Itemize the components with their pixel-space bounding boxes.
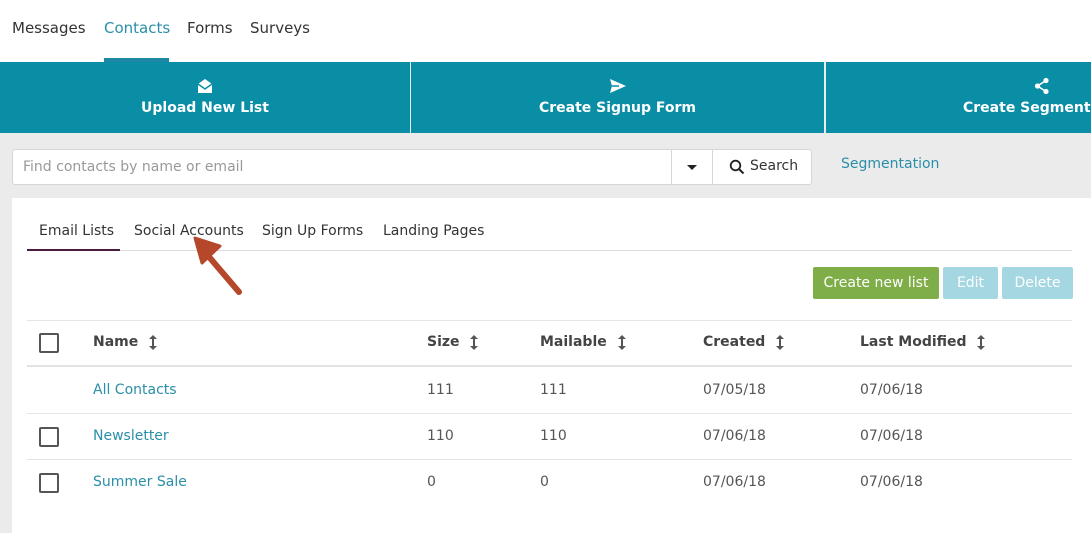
sort-icon: [977, 334, 986, 350]
column-header-last-modified[interactable]: Last Modified: [860, 334, 986, 350]
share-icon: [1034, 77, 1049, 95]
list-created: 07/05/18: [703, 382, 766, 398]
column-header-label: Created: [703, 334, 766, 350]
list-name-link[interactable]: Newsletter: [93, 428, 169, 444]
tabs-divider: [27, 250, 1072, 251]
column-header-size[interactable]: Size: [427, 334, 479, 350]
row-divider: [27, 413, 1072, 414]
action-tiles: Upload New List Create Signup Form Creat…: [0, 62, 1091, 134]
tab-landing-pages[interactable]: Landing Pages: [383, 223, 484, 239]
edit-button[interactable]: Edit: [943, 267, 998, 299]
column-header-label: Size: [427, 334, 460, 350]
search-icon: [729, 159, 745, 175]
paper-plane-icon: [609, 79, 626, 93]
sort-icon: [776, 334, 785, 350]
list-size: 111: [427, 382, 454, 398]
sort-icon: [149, 334, 158, 350]
create-segmentation-tile[interactable]: Create Segmentation: [826, 62, 1091, 133]
column-header-label: Name: [93, 334, 139, 350]
select-all-checkbox[interactable]: [39, 333, 59, 353]
list-name-link[interactable]: All Contacts: [93, 382, 177, 398]
table-top-divider: [27, 320, 1072, 321]
column-header-created[interactable]: Created: [703, 334, 785, 350]
list-last-modified: 07/06/18: [860, 474, 923, 490]
list-mailable: 111: [540, 382, 567, 398]
list-created: 07/06/18: [703, 428, 766, 444]
list-mailable: 110: [540, 428, 567, 444]
row-checkbox[interactable]: [39, 473, 59, 493]
contact-search: Search: [12, 149, 812, 185]
tab-email-lists[interactable]: Email Lists: [39, 223, 114, 239]
list-size: 0: [427, 474, 436, 490]
row-divider: [27, 459, 1072, 460]
sort-icon: [617, 334, 626, 350]
list-last-modified: 07/06/18: [860, 382, 923, 398]
active-tab-indicator: [27, 249, 120, 251]
list-mailable: 0: [540, 474, 549, 490]
nav-contacts[interactable]: Contacts: [104, 19, 170, 37]
delete-button[interactable]: Delete: [1002, 267, 1073, 299]
column-header-name[interactable]: Name: [93, 334, 158, 350]
envelope-open-icon: [197, 79, 213, 93]
segmentation-link[interactable]: Segmentation: [841, 156, 939, 172]
nav-forms[interactable]: Forms: [187, 19, 233, 37]
nav-surveys[interactable]: Surveys: [250, 19, 310, 37]
tile-label: Create Signup Form: [538, 100, 697, 116]
tile-label: Create Segmentation: [963, 100, 1091, 116]
annotation-arrow-icon: [193, 236, 242, 295]
list-name-link[interactable]: Summer Sale: [93, 474, 187, 490]
tab-sign-up-forms[interactable]: Sign Up Forms: [262, 223, 363, 239]
search-button[interactable]: Search: [712, 150, 811, 184]
tile-label: Upload New List: [141, 100, 269, 116]
list-size: 110: [427, 428, 454, 444]
table-header-divider: [27, 365, 1072, 367]
search-input[interactable]: [13, 150, 671, 184]
upload-new-list-tile[interactable]: Upload New List: [0, 62, 410, 133]
top-nav: Messages Contacts Forms Surveys: [0, 0, 1091, 62]
create-new-list-button[interactable]: Create new list: [813, 267, 939, 299]
list-last-modified: 07/06/18: [860, 428, 923, 444]
row-checkbox[interactable]: [39, 427, 59, 447]
nav-messages[interactable]: Messages: [12, 19, 86, 37]
column-header-label: Last Modified: [860, 334, 967, 350]
caret-down-icon: [687, 165, 697, 170]
lists-panel: Email Lists Social Accounts Sign Up Form…: [12, 198, 1091, 533]
search-button-label: Search: [750, 158, 799, 174]
list-created: 07/06/18: [703, 474, 766, 490]
column-header-label: Mailable: [540, 334, 607, 350]
column-header-mailable[interactable]: Mailable: [540, 334, 626, 350]
search-filter-dropdown[interactable]: [671, 150, 712, 184]
sort-icon: [470, 334, 479, 350]
create-signup-form-tile[interactable]: Create Signup Form: [411, 62, 824, 133]
